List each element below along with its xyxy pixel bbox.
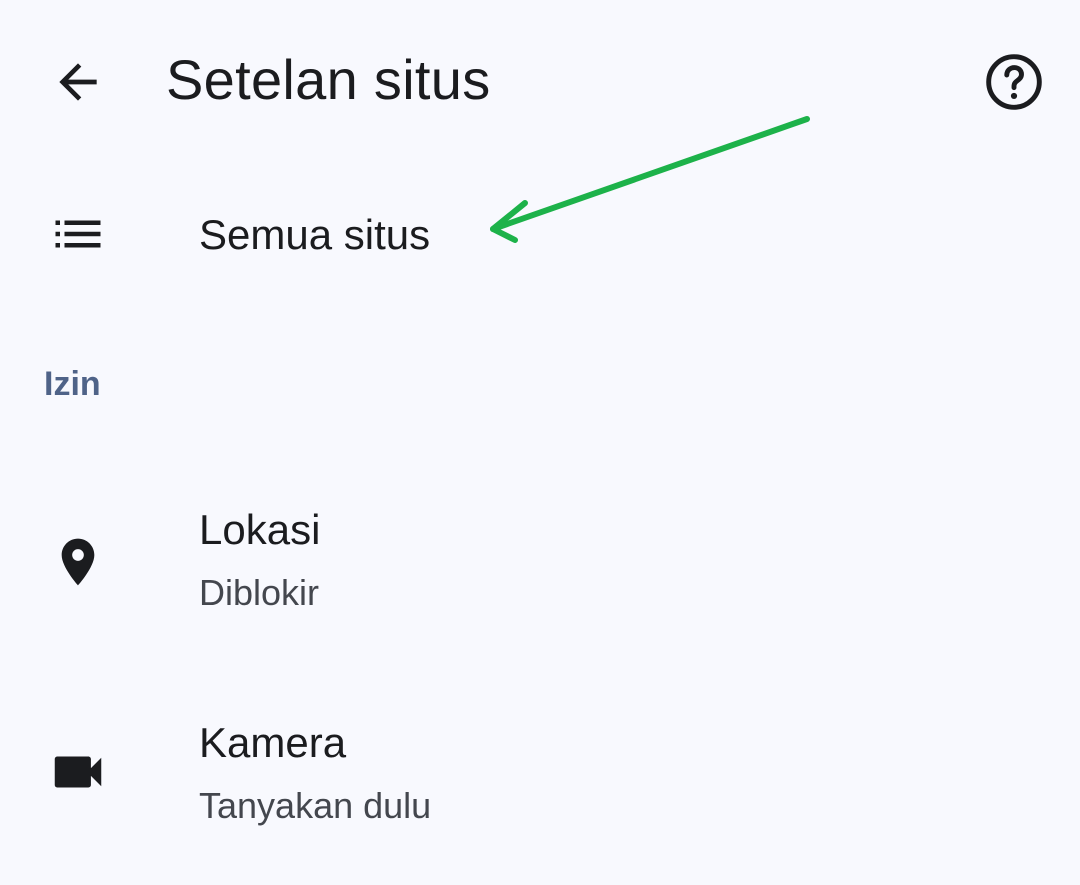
location-status: Diblokir [199, 572, 320, 613]
back-button[interactable] [38, 42, 118, 122]
list-icon [55, 220, 101, 248]
videocam-icon [54, 756, 102, 788]
help-button[interactable] [974, 42, 1054, 122]
page-title: Setelan situs [166, 48, 491, 111]
location-row[interactable]: Lokasi Diblokir [0, 480, 1080, 650]
row-icon-container [38, 732, 118, 812]
camera-label: Kamera [199, 719, 347, 766]
row-icon-container [38, 194, 118, 274]
help-circle-icon [986, 54, 1042, 110]
all-sites-row[interactable]: Semua situs [0, 180, 1080, 290]
arrow-back-icon [59, 63, 97, 101]
location-pin-icon [61, 538, 95, 586]
top-app-bar: Setelan situs [0, 0, 1080, 160]
camera-status: Tanyakan dulu [199, 785, 432, 826]
camera-row[interactable]: Kamera Tanyakan dulu [0, 690, 1080, 860]
permissions-section-header: Izin [44, 365, 101, 403]
all-sites-label: Semua situs [199, 211, 431, 258]
row-icon-container [38, 522, 118, 602]
site-settings-screen: Setelan situs Semua situs Izin Lokasi Di… [0, 0, 1080, 885]
location-label: Lokasi [199, 506, 321, 553]
